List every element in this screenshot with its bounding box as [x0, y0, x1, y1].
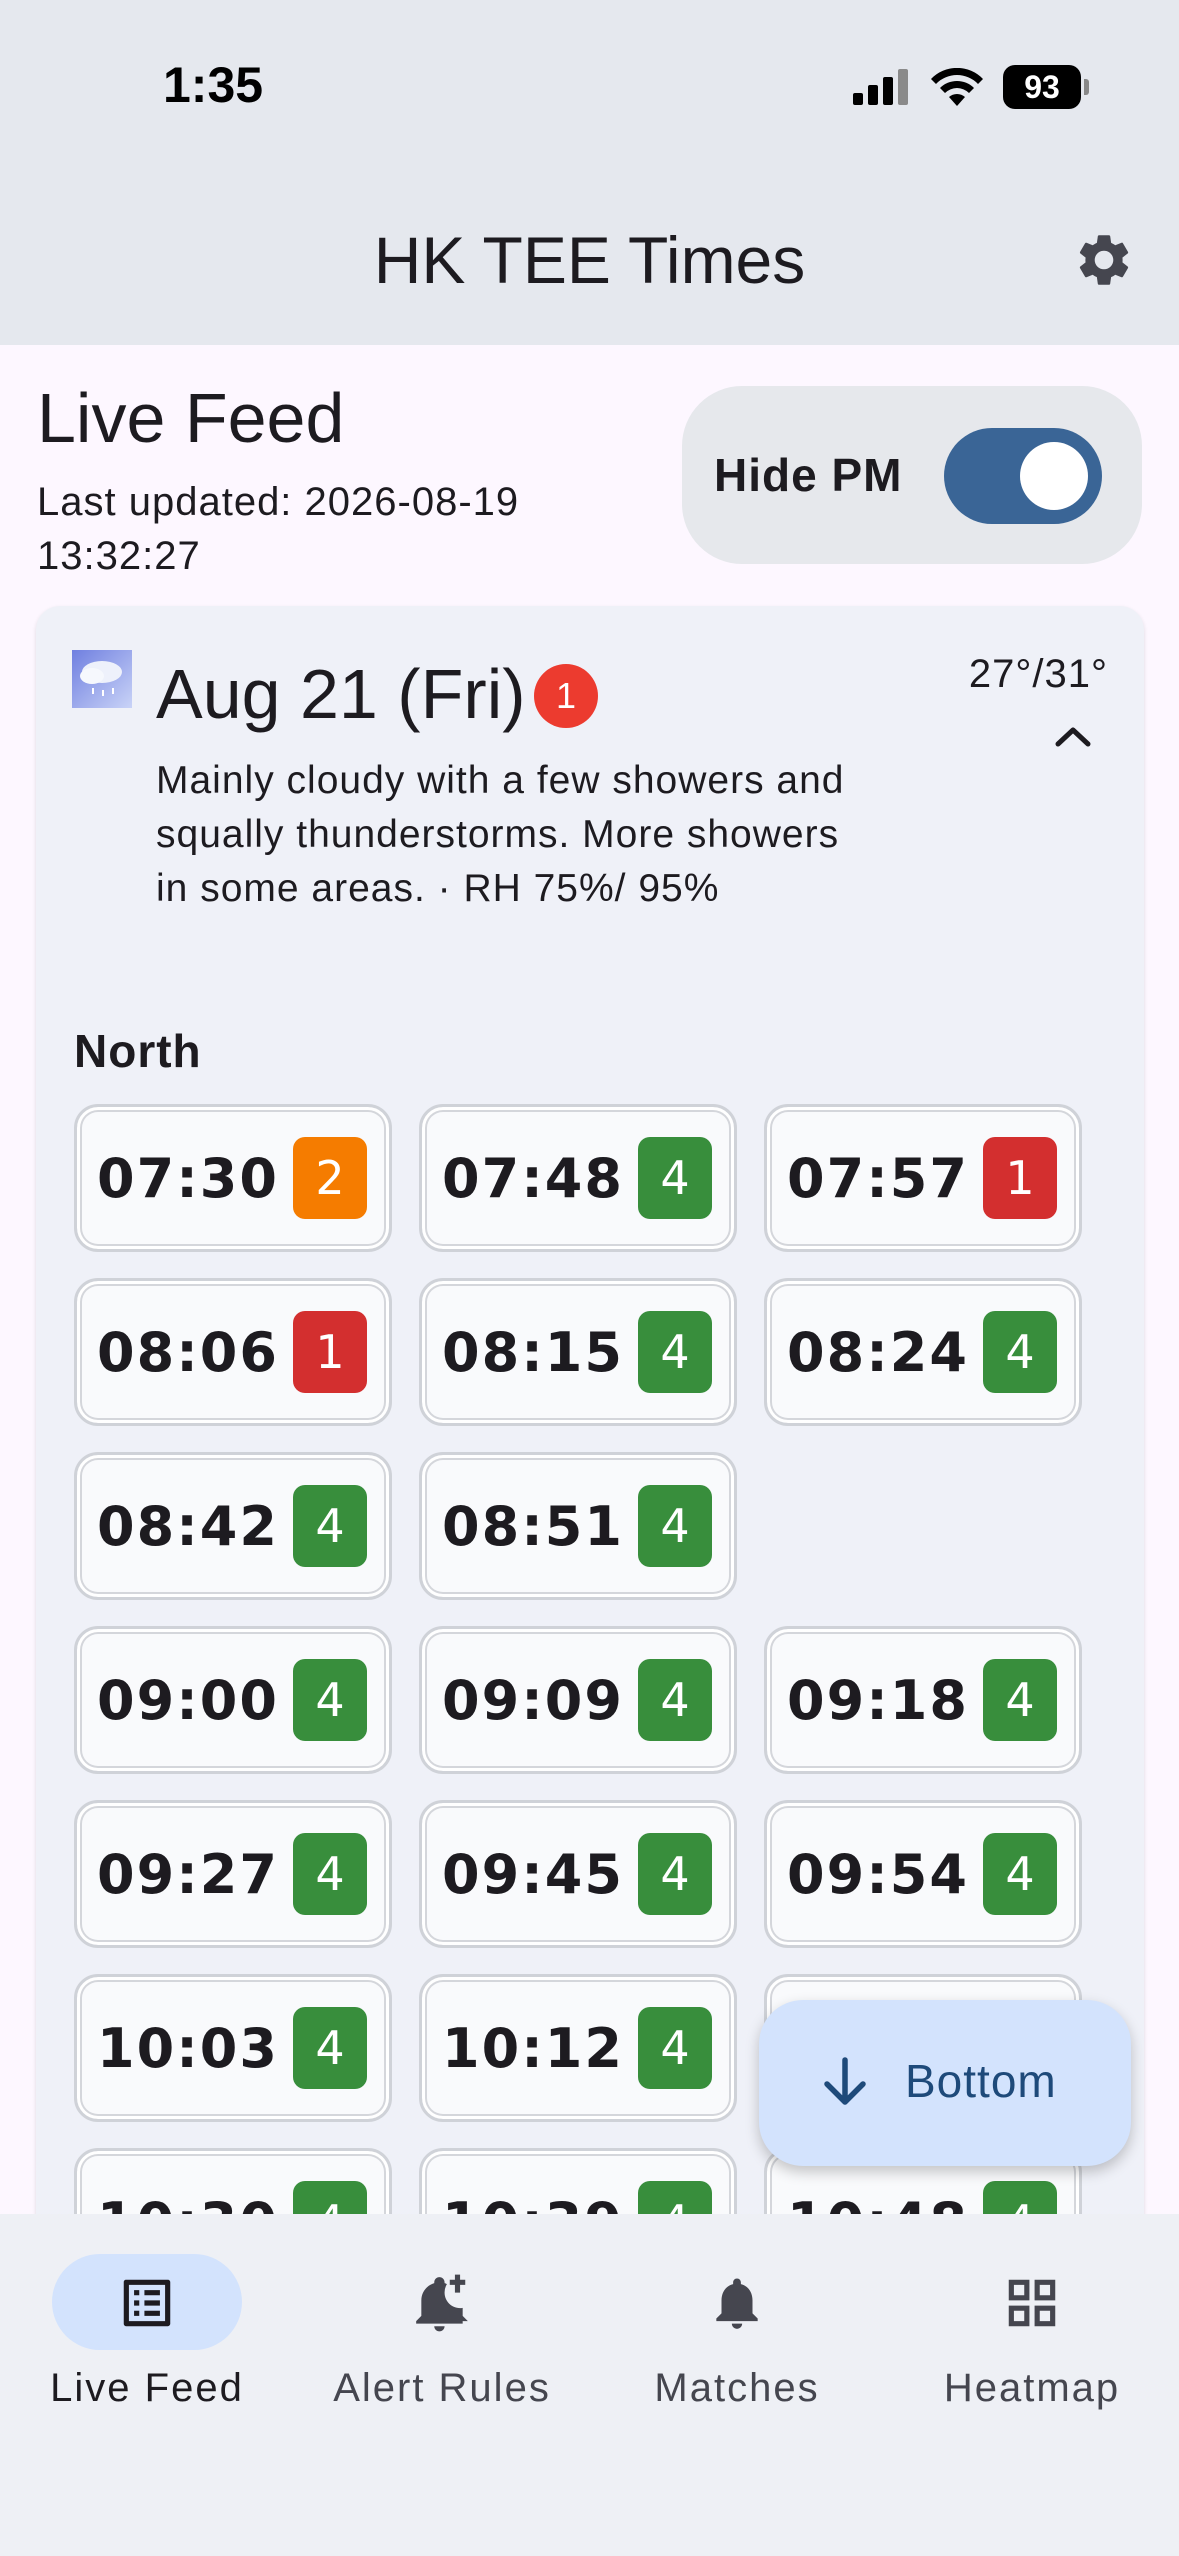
arrow-down-icon — [824, 2057, 866, 2105]
status-icons: 93 — [853, 62, 1089, 112]
top-bar: 1:35 93 HK TEE Times — [0, 0, 1179, 345]
bell-plus-icon — [416, 2274, 468, 2332]
slot-time: 07:48 — [442, 1146, 624, 1210]
settings-button[interactable] — [1069, 225, 1139, 295]
nav-label: Live Feed — [50, 2366, 244, 2410]
tee-time-slot[interactable]: 10:03 4 — [74, 1974, 392, 2122]
tee-time-slot[interactable]: 09:00 4 — [74, 1626, 392, 1774]
page-title: Live Feed — [37, 379, 345, 457]
slot-availability-badge: 4 — [293, 1659, 367, 1741]
day-title: Aug 21 (Fri) — [156, 655, 526, 733]
slot-availability-badge: 4 — [293, 1833, 367, 1915]
slot-availability-badge: 4 — [983, 1659, 1057, 1741]
slot-availability-badge: 4 — [983, 1833, 1057, 1915]
hide-pm-toggle-card[interactable]: Hide PM — [682, 386, 1142, 564]
scroll-bottom-button[interactable]: Bottom — [759, 2000, 1131, 2166]
tee-time-slot[interactable]: 09:45 4 — [419, 1800, 737, 1948]
tee-time-slot[interactable]: 08:51 4 — [419, 1452, 737, 1600]
hide-pm-switch[interactable] — [944, 428, 1102, 524]
chevron-up-icon[interactable] — [1048, 716, 1098, 756]
nav-label: Alert Rules — [333, 2366, 551, 2410]
slot-availability-badge: 4 — [983, 1311, 1057, 1393]
slot-availability-badge: 1 — [293, 1311, 367, 1393]
alert-count-badge: 1 — [534, 664, 598, 728]
slot-availability-badge: 4 — [638, 1485, 712, 1567]
nav-live-feed[interactable]: Live Feed — [0, 2214, 294, 2434]
section-label-north: North — [74, 1025, 202, 1077]
tee-time-slot[interactable]: 08:15 4 — [419, 1278, 737, 1426]
last-updated-text: Last updated: 2026-08-19 13:32:27 — [37, 480, 520, 578]
slot-availability-badge: 4 — [293, 2007, 367, 2089]
nav-heatmap[interactable]: Heatmap — [885, 2214, 1179, 2434]
slot-time: 08:06 — [97, 1320, 279, 1384]
tee-time-slot[interactable]: 08:06 1 — [74, 1278, 392, 1426]
tee-time-slot[interactable]: 09:27 4 — [74, 1800, 392, 1948]
slot-availability-badge: 1 — [983, 1137, 1057, 1219]
slot-availability-badge: 4 — [638, 2007, 712, 2089]
slot-time: 09:27 — [97, 1842, 279, 1906]
slot-time: 08:15 — [442, 1320, 624, 1384]
cellular-signal-icon — [853, 69, 908, 105]
slot-availability-badge: 2 — [293, 1137, 367, 1219]
nav-alert-rules[interactable]: Alert Rules — [295, 2214, 589, 2434]
bell-icon — [716, 2278, 758, 2329]
list-icon — [123, 2279, 171, 2327]
app-title: HK TEE Times — [373, 223, 806, 297]
slot-time: 10:03 — [97, 2016, 279, 2080]
slot-time: 09:18 — [787, 1668, 969, 1732]
switch-knob — [1020, 442, 1088, 510]
forecast-text: Mainly cloudy with a few showers and squ… — [156, 759, 845, 910]
hide-pm-label: Hide PM — [714, 449, 903, 501]
gear-icon — [1079, 235, 1129, 285]
slot-time: 08:51 — [442, 1494, 624, 1558]
slot-time: 09:54 — [787, 1842, 969, 1906]
tee-time-slot[interactable]: 09:54 4 — [764, 1800, 1082, 1948]
grid-icon — [1008, 2279, 1056, 2327]
rain-cloud-icon — [72, 650, 132, 708]
tee-time-slot[interactable]: 09:18 4 — [764, 1626, 1082, 1774]
fab-label: Bottom — [905, 2055, 1057, 2107]
tee-time-slot[interactable]: 07:48 4 — [419, 1104, 737, 1252]
slot-time: 09:45 — [442, 1842, 624, 1906]
slot-availability-badge: 4 — [638, 1833, 712, 1915]
slot-time: 10:12 — [442, 2016, 624, 2080]
slot-time: 08:42 — [97, 1494, 279, 1558]
slot-availability-badge: 4 — [638, 1137, 712, 1219]
slot-time: 07:30 — [97, 1146, 279, 1210]
slot-time: 07:57 — [787, 1146, 969, 1210]
tee-time-slot[interactable]: 08:42 4 — [74, 1452, 392, 1600]
tee-time-slot[interactable]: 09:09 4 — [419, 1626, 737, 1774]
slot-availability-badge: 4 — [293, 1485, 367, 1567]
bottom-navigation: Live Feed Alert Rules Matches Heatmap — [0, 2214, 1179, 2556]
status-time: 1:35 — [163, 57, 264, 113]
nav-label: Matches — [654, 2366, 820, 2410]
nav-matches[interactable]: Matches — [590, 2214, 884, 2434]
slot-availability-badge: 4 — [638, 1311, 712, 1393]
tee-time-slot[interactable]: 07:30 2 — [74, 1104, 392, 1252]
slot-time: 09:00 — [97, 1668, 279, 1732]
wifi-icon — [931, 68, 983, 106]
battery-indicator: 93 — [1003, 65, 1089, 109]
tee-time-slot[interactable]: 10:12 4 — [419, 1974, 737, 2122]
temperature-range: 27°/31° — [968, 652, 1108, 696]
slot-time: 09:09 — [442, 1668, 624, 1732]
slot-availability-badge: 4 — [638, 1659, 712, 1741]
tee-time-slot[interactable]: 07:57 1 — [764, 1104, 1082, 1252]
tee-time-slot[interactable]: 08:24 4 — [764, 1278, 1082, 1426]
slot-time: 08:24 — [787, 1320, 969, 1384]
nav-label: Heatmap — [943, 2366, 1121, 2410]
